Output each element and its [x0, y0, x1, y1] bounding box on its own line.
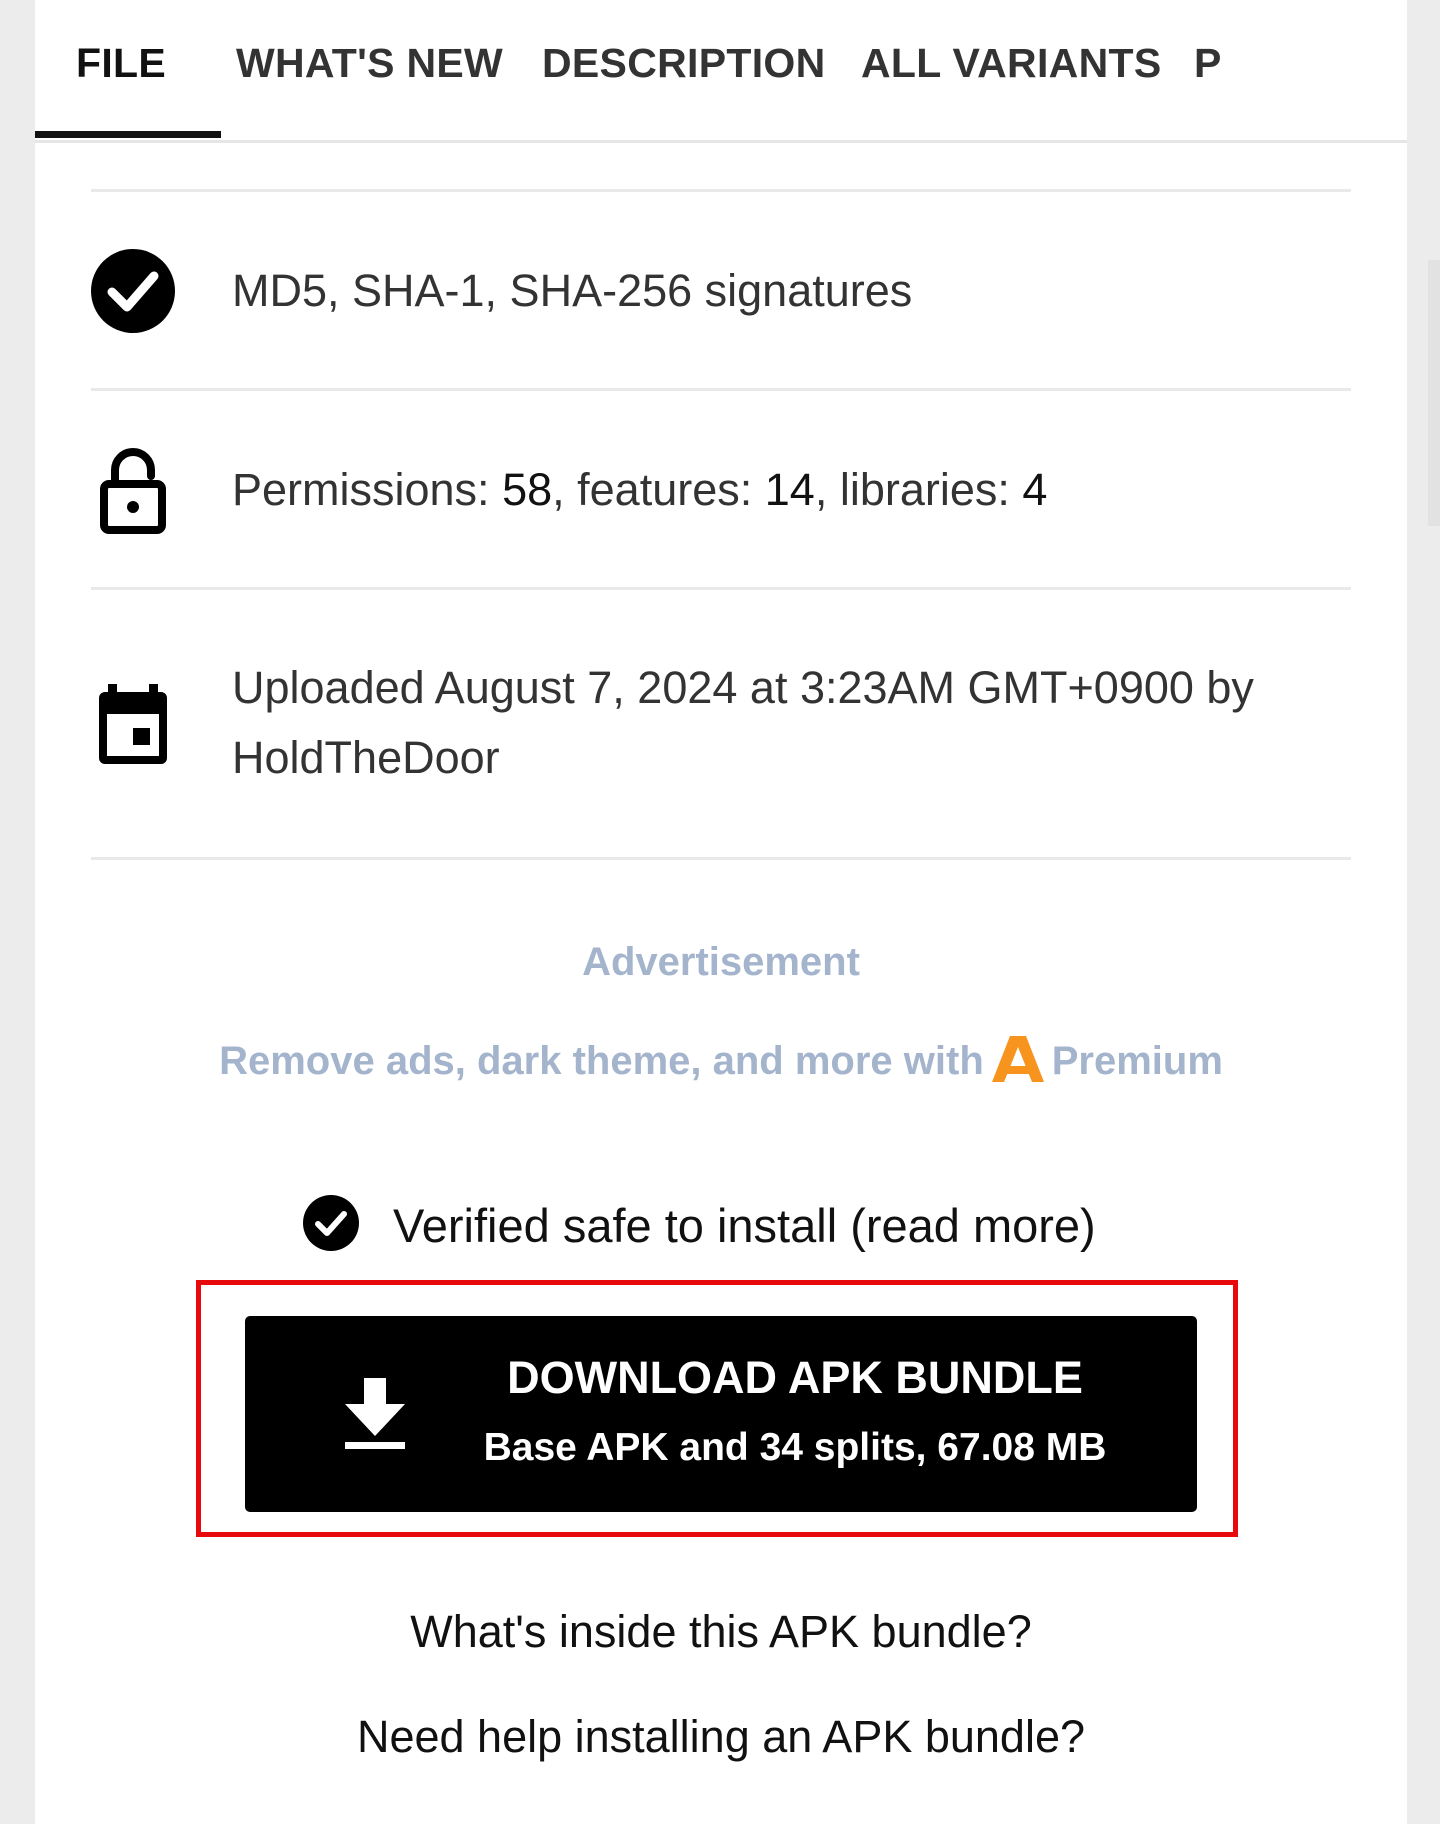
verified-safe-link[interactable]: Verified safe to install (read more)	[393, 1198, 1096, 1253]
download-icon	[345, 1378, 405, 1455]
calendar-icon	[94, 682, 172, 773]
download-title: DOWNLOAD APK BUNDLE	[507, 1352, 1083, 1403]
permissions-summary: Permissions: 58, features: 14, libraries…	[232, 455, 1372, 525]
premium-label: Premium	[1051, 1039, 1223, 1083]
features-count: 14	[764, 464, 815, 515]
tab-whats-new[interactable]: WHAT'S NEW	[236, 40, 503, 87]
advertisement-label: Advertisement	[582, 940, 860, 984]
verified-safe-row: Verified safe to install (read more)	[303, 1190, 1096, 1260]
uploaded-info: Uploaded August 7, 2024 at 3:23AM GMT+09…	[232, 662, 1254, 783]
file-details-card: FILE WHAT'S NEW DESCRIPTION ALL VARIANTS…	[35, 0, 1407, 1824]
remove-ads-link[interactable]: Remove ads, dark theme, and more with Pr…	[35, 1036, 1407, 1084]
lock-open-icon	[98, 446, 168, 539]
install-help-link[interactable]: Need help installing an APK bundle?	[35, 1711, 1407, 1763]
tab-more[interactable]: P	[1194, 40, 1222, 87]
divider	[91, 388, 1351, 391]
divider	[91, 857, 1351, 860]
signatures-text: MD5, SHA-1, SHA-256 signatures	[232, 265, 913, 316]
scrollbar[interactable]	[1428, 260, 1440, 526]
tab-all-variants[interactable]: ALL VARIANTS	[861, 40, 1161, 87]
divider	[91, 189, 1351, 192]
features-label: , features:	[552, 464, 765, 515]
check-circle-icon	[90, 248, 176, 339]
download-apk-bundle-button[interactable]: DOWNLOAD APK BUNDLE Base APK and 34 spli…	[245, 1316, 1197, 1512]
permissions-label: Permissions:	[232, 464, 503, 515]
whats-inside-bundle-link[interactable]: What's inside this APK bundle?	[35, 1606, 1407, 1658]
divider	[91, 587, 1351, 590]
remove-ads-text: Remove ads, dark theme, and more with	[219, 1039, 984, 1083]
apkmirror-logo-icon	[991, 1036, 1044, 1082]
tab-description[interactable]: DESCRIPTION	[542, 40, 826, 87]
tab-file[interactable]: FILE	[76, 40, 166, 87]
tab-bar: FILE WHAT'S NEW DESCRIPTION ALL VARIANTS…	[35, 0, 1407, 143]
active-tab-indicator	[35, 131, 221, 138]
download-subtitle: Base APK and 34 splits, 67.08 MB	[483, 1426, 1107, 1469]
libraries-count: 4	[1022, 464, 1048, 515]
check-circle-icon	[303, 1194, 359, 1256]
permissions-count: 58	[502, 464, 553, 515]
libraries-label: , libraries:	[814, 464, 1023, 515]
